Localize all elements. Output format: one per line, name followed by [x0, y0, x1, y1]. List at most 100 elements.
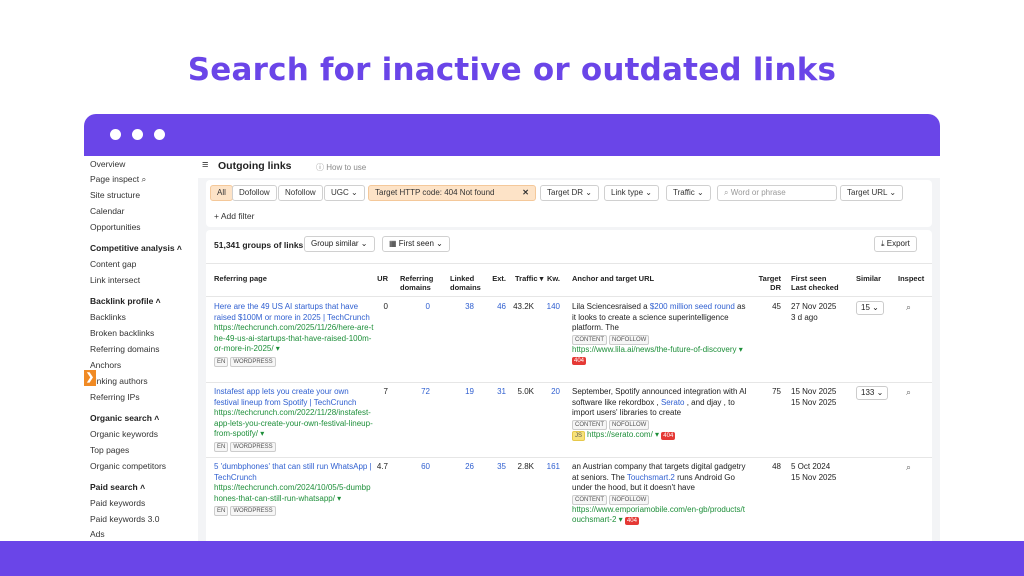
- sidebar-item[interactable]: Page inspect ⌕: [90, 174, 146, 185]
- sidebar-item[interactable]: Site structure: [90, 190, 140, 200]
- metric-kw[interactable]: 20: [542, 387, 560, 398]
- search-icon: ⌕: [724, 188, 731, 197]
- col-inspect[interactable]: Inspect: [898, 274, 924, 283]
- col-ur[interactable]: UR: [370, 274, 388, 283]
- add-filter-button[interactable]: + Add filter: [214, 211, 254, 221]
- sidebar-item[interactable]: Organic keywords: [90, 429, 158, 439]
- sidebar-item[interactable]: Backlink profile ˄: [90, 296, 161, 306]
- sidebar-item[interactable]: Competitive analysis ˄: [90, 243, 182, 253]
- metric-ld[interactable]: 38: [450, 302, 474, 313]
- col-traffic[interactable]: Traffic ▾: [515, 274, 543, 283]
- filter-nofollow-button[interactable]: Nofollow: [278, 185, 323, 201]
- how-to-use-link[interactable]: ⓘ How to use: [316, 162, 366, 173]
- inspect-icon[interactable]: ⌕: [906, 302, 911, 313]
- metric-ld[interactable]: 19: [450, 387, 474, 398]
- sidebar-item[interactable]: Paid keywords: [90, 498, 145, 508]
- sidebar-item[interactable]: Overview: [90, 159, 125, 169]
- sidebar-item[interactable]: Linking authors: [90, 376, 148, 386]
- tag-badge: WORDPRESS: [230, 441, 276, 452]
- referring-page-title[interactable]: 5 'dumbphones' that can still run WhatsA…: [214, 462, 374, 483]
- sidebar-item[interactable]: Top pages: [90, 445, 129, 455]
- col-anchor[interactable]: Anchor and target URL: [572, 274, 654, 283]
- metric-ld[interactable]: 26: [450, 462, 474, 473]
- col-similar[interactable]: Similar: [856, 274, 881, 283]
- sidebar-item[interactable]: Opportunities: [90, 222, 141, 232]
- col-linked-domains[interactable]: Linked domains: [450, 274, 484, 292]
- inspect-icon[interactable]: ⌕: [906, 387, 911, 398]
- export-button[interactable]: ⤓ Export: [874, 236, 917, 252]
- first-seen-dropdown[interactable]: ▦ First seen ⌄: [382, 236, 450, 252]
- divider: [206, 457, 932, 458]
- referring-page-cell: Here are the 49 US AI startups that have…: [214, 302, 374, 367]
- anchor-cell: Lila Sciencesraised a $200 million seed …: [572, 302, 748, 366]
- anchor-link[interactable]: $200 million seed round: [650, 302, 735, 311]
- anchor-tags: CONTENT NOFOLLOW: [572, 494, 748, 505]
- sidebar-item[interactable]: Broken backlinks: [90, 328, 154, 338]
- window-dot-icon: [132, 129, 143, 140]
- sidebar-item[interactable]: Organic search ˄: [90, 413, 159, 423]
- filter-all-button[interactable]: All: [210, 185, 233, 201]
- search-input[interactable]: ⌕ Word or phrase: [717, 185, 837, 201]
- col-referring-domains[interactable]: Referring domains: [400, 274, 440, 292]
- metric-ext[interactable]: 31: [486, 387, 506, 398]
- anchor-link[interactable]: Touchsmart.2: [627, 473, 675, 482]
- similar-dropdown[interactable]: 133 ⌄: [856, 386, 889, 400]
- metric-ext[interactable]: 35: [486, 462, 506, 473]
- last-checked-date: 15 Nov 2025: [791, 397, 837, 407]
- target-url[interactable]: https://serato.com/ ▾: [587, 430, 659, 439]
- filter-dofollow-button[interactable]: Dofollow: [232, 185, 277, 201]
- referring-page-url[interactable]: https://techcrunch.com/2022/11/28/instaf…: [214, 408, 374, 440]
- metric-traffic: 5.0K: [517, 387, 534, 396]
- hamburger-menu-icon[interactable]: ≡: [202, 159, 208, 171]
- sidebar-item[interactable]: Calendar: [90, 206, 125, 216]
- sidebar-item[interactable]: Organic competitors: [90, 461, 166, 471]
- referring-page-title[interactable]: Instafest app lets you create your own f…: [214, 387, 374, 408]
- col-referring-page[interactable]: Referring page: [214, 274, 267, 283]
- divider: [206, 263, 932, 264]
- bottom-band: [0, 541, 1024, 576]
- sidebar-item[interactable]: Paid search ˄: [90, 482, 145, 492]
- metric-kw[interactable]: 140: [542, 302, 560, 313]
- col-first-seen[interactable]: First seen Last checked: [791, 274, 841, 292]
- tag-badge: NOFOLLOW: [609, 494, 650, 505]
- tag-badge: EN: [214, 441, 229, 452]
- metric-ext[interactable]: 46: [486, 302, 506, 313]
- referring-page-title[interactable]: Here are the 49 US AI startups that have…: [214, 302, 374, 323]
- inspect-icon[interactable]: ⌕: [906, 462, 911, 473]
- target-url[interactable]: https://www.lila.ai/news/the-future-of-d…: [572, 345, 743, 354]
- filter-link-type-dropdown[interactable]: Link type ⌄: [604, 185, 659, 201]
- sidebar-item[interactable]: Referring IPs: [90, 392, 140, 402]
- sidebar-item[interactable]: Content gap: [90, 259, 136, 269]
- sidebar-item[interactable]: Anchors: [90, 360, 121, 370]
- group-similar-dropdown[interactable]: Group similar ⌄: [304, 236, 375, 252]
- anchor-link[interactable]: Serato: [661, 398, 685, 407]
- metric-rd[interactable]: 72: [400, 387, 430, 398]
- filter-traffic-dropdown[interactable]: Traffic ⌄: [666, 185, 711, 201]
- first-seen-date: 5 Oct 2024: [791, 462, 831, 471]
- referring-page-cell: 5 'dumbphones' that can still run WhatsA…: [214, 462, 374, 516]
- sidebar-item[interactable]: Backlinks: [90, 312, 126, 322]
- referring-page-url[interactable]: https://techcrunch.com/2024/10/05/5-dumb…: [214, 483, 374, 504]
- collapse-arrow-icon[interactable]: ❯: [84, 370, 96, 386]
- anchor-pre: Lila Sciencesraised a: [572, 302, 650, 311]
- col-ext[interactable]: Ext.: [486, 274, 506, 283]
- target-url[interactable]: https://www.emporiamobile.com/en-gb/prod…: [572, 505, 745, 525]
- similar-dropdown[interactable]: 15 ⌄: [856, 301, 884, 315]
- metric-kw[interactable]: 161: [542, 462, 560, 473]
- metric-rd[interactable]: 60: [400, 462, 430, 473]
- filter-http-code-chip[interactable]: Target HTTP code: 404 Not found ✕: [368, 185, 536, 201]
- col-target-dr[interactable]: Target DR: [746, 274, 781, 292]
- filter-target-dr-dropdown[interactable]: Target DR ⌄: [540, 185, 599, 201]
- sidebar-item[interactable]: Ads: [90, 529, 105, 539]
- close-icon[interactable]: ✕: [522, 186, 529, 200]
- sidebar-item[interactable]: Link intersect: [90, 275, 140, 285]
- referring-page-url[interactable]: https://techcrunch.com/2025/11/26/here-a…: [214, 323, 374, 355]
- sidebar-item[interactable]: Paid keywords 3.0: [90, 514, 159, 524]
- metric-rd[interactable]: 0: [400, 302, 430, 313]
- col-kw[interactable]: Kw.: [542, 274, 560, 283]
- filter-target-url-dropdown[interactable]: Target URL ⌄: [840, 185, 904, 201]
- sidebar-item[interactable]: Referring domains: [90, 344, 159, 354]
- filter-ugc-dropdown[interactable]: UGC ⌄: [324, 185, 365, 201]
- tag-badge: EN: [214, 356, 229, 367]
- results-table: 51,341 groups of links Group similar ⌄ ▦…: [206, 230, 932, 541]
